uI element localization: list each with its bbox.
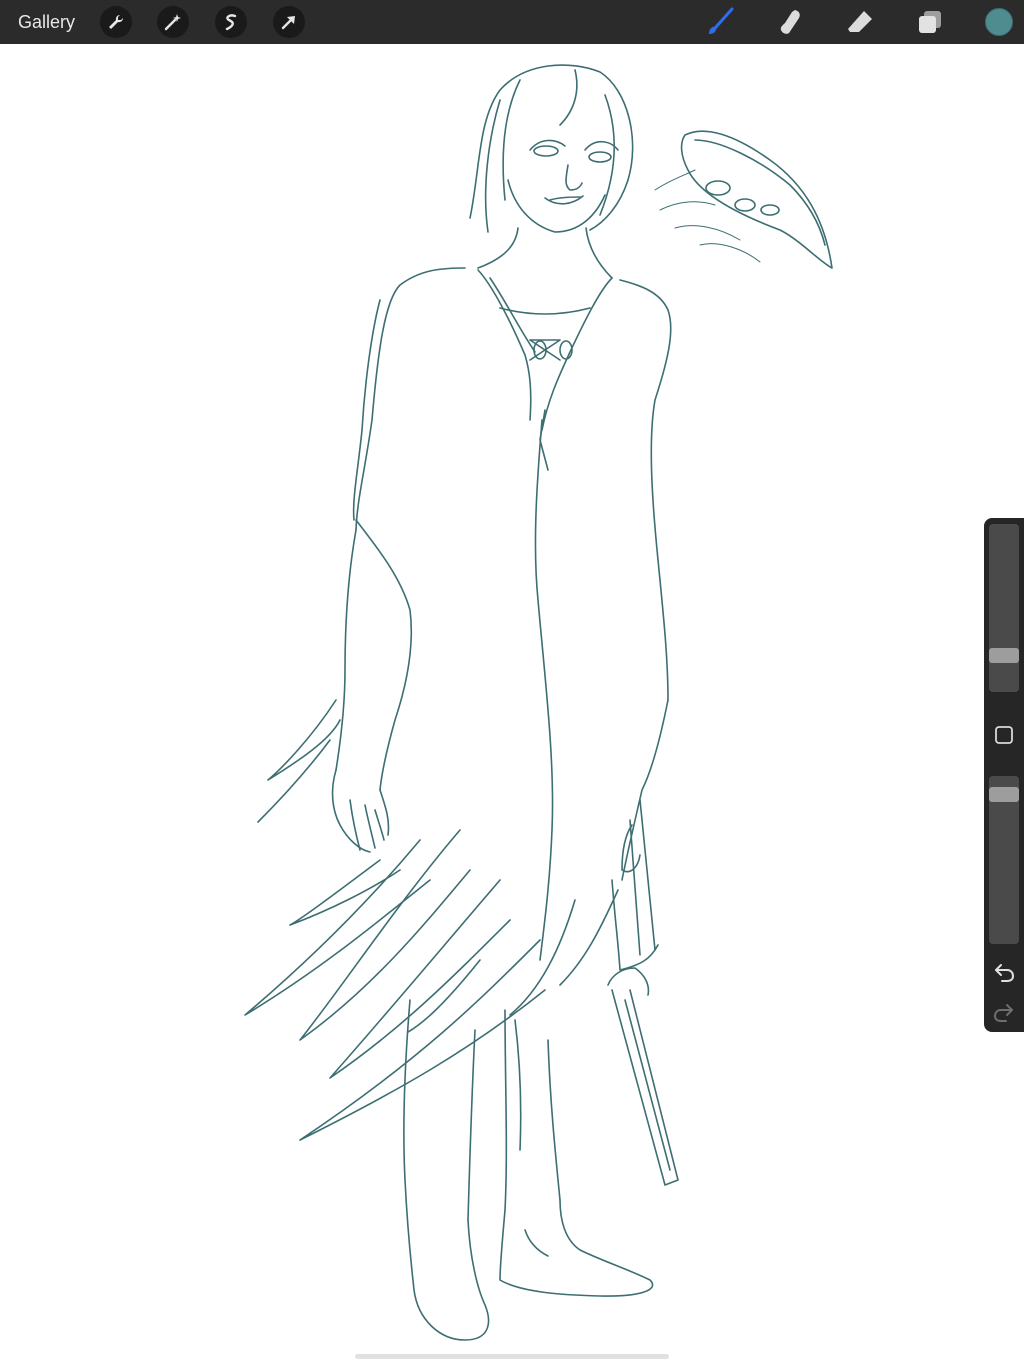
transform-arrow-icon [281,16,295,30]
home-indicator[interactable] [355,1354,669,1359]
sketch-artwork [244,64,833,1341]
wrench-icon [109,14,124,29]
undo-button[interactable] [992,960,1016,984]
selection-icon [225,14,237,31]
opacity-thumb[interactable] [989,786,1019,802]
brush-tool-button[interactable] [703,5,737,39]
selection-button[interactable] [215,6,247,38]
modify-button[interactable] [994,725,1014,745]
actions-button[interactable] [100,6,132,38]
brush-icon [709,7,734,34]
brush-size-slider[interactable] [989,524,1019,692]
eraser-icon [848,11,872,32]
brush-size-thumb[interactable] [989,647,1019,663]
drawing-canvas[interactable] [0,44,1024,1366]
opacity-slider[interactable] [989,776,1019,944]
square-icon [995,726,1013,744]
redo-icon [993,1004,1013,1022]
smudge-tool-button[interactable] [773,5,807,39]
gallery-button[interactable]: Gallery [18,11,75,33]
transform-button[interactable] [273,6,305,38]
smudge-icon [780,10,800,34]
color-picker-button[interactable] [985,8,1013,36]
sidebar-panel [984,518,1024,1032]
redo-button[interactable] [992,1000,1016,1024]
eraser-tool-button[interactable] [843,5,877,39]
adjustments-button[interactable] [157,6,189,38]
undo-icon [995,964,1015,982]
top-toolbar: Gallery [0,0,1024,44]
layers-button[interactable] [913,5,947,39]
magic-wand-icon [164,14,181,31]
layers-icon [919,11,941,33]
